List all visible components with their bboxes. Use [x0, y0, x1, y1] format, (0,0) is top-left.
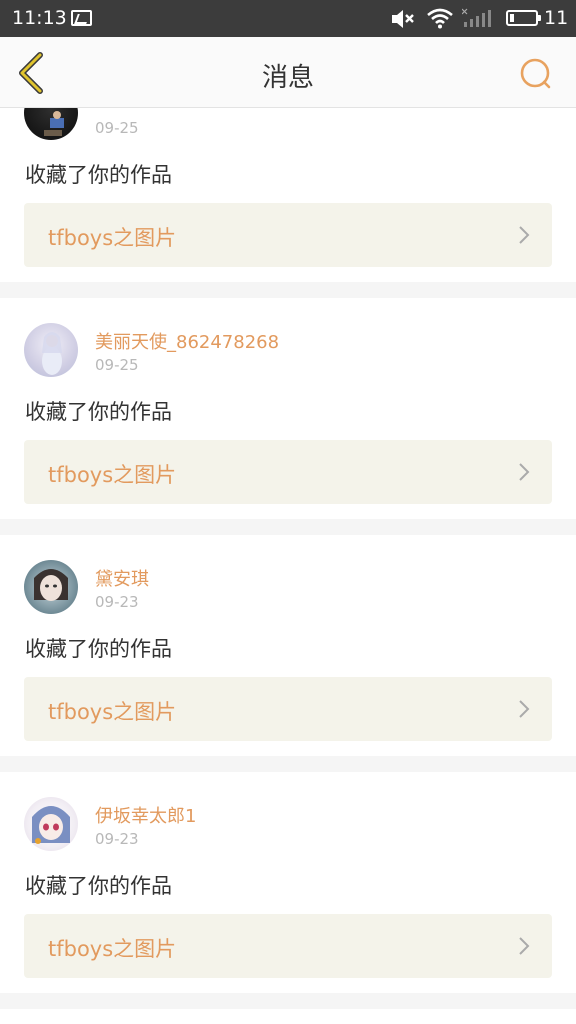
chevron-right-icon — [519, 700, 530, 718]
battery-icon — [506, 10, 541, 26]
action-text: 收藏了你的作品 — [25, 163, 172, 187]
avatar[interactable] — [24, 560, 78, 614]
work-link[interactable]: tfboys之图片 — [24, 677, 552, 741]
action-text: 收藏了你的作品 — [25, 637, 172, 661]
notification-card-partial — [0, 1009, 576, 1024]
signal-icon — [462, 8, 491, 27]
work-link[interactable]: tfboys之图片 — [24, 440, 552, 504]
battery-level: 11 — [544, 7, 569, 29]
notification-card: 美丽天使_862478268 09-25 收藏了你的作品 tfboys之图片 — [0, 298, 576, 519]
notification-card: 黛安琪 09-23 收藏了你的作品 tfboys之图片 — [0, 535, 576, 756]
action-text: 收藏了你的作品 — [25, 400, 172, 424]
username[interactable]: 伊坂幸太郎1 — [95, 802, 196, 828]
date: 09-23 — [95, 593, 139, 611]
work-link-label: tfboys之图片 — [48, 700, 177, 724]
username[interactable]: 黛安琪 — [95, 565, 149, 591]
chevron-right-icon — [519, 937, 530, 955]
work-link-label: tfboys之图片 — [48, 463, 177, 487]
search-icon[interactable] — [516, 55, 556, 95]
screenshot-icon — [71, 10, 92, 26]
avatar[interactable] — [24, 797, 78, 851]
username[interactable]: 美丽天使_862478268 — [95, 328, 279, 354]
date: 09-25 — [95, 356, 139, 374]
notification-card: 伊坂幸太郎1 09-23 收藏了你的作品 tfboys之图片 — [0, 772, 576, 993]
avatar[interactable] — [24, 323, 78, 377]
work-link-label: tfboys之图片 — [48, 937, 177, 961]
wifi-icon — [427, 8, 453, 29]
mute-icon — [392, 10, 414, 28]
date: 09-23 — [95, 830, 139, 848]
nav-bar: 消息 — [0, 37, 576, 108]
work-link[interactable]: tfboys之图片 — [24, 914, 552, 978]
page-title: 消息 — [261, 63, 314, 93]
chevron-right-icon — [519, 463, 530, 481]
work-link[interactable]: tfboys之图片 — [24, 203, 552, 267]
action-text: 收藏了你的作品 — [25, 874, 172, 898]
status-time: 11:13 — [12, 7, 67, 29]
work-link-label: tfboys之图片 — [48, 226, 177, 250]
chevron-right-icon — [519, 226, 530, 244]
date: 09-25 — [95, 119, 139, 137]
status-bar: 11:13 11 — [0, 0, 576, 37]
